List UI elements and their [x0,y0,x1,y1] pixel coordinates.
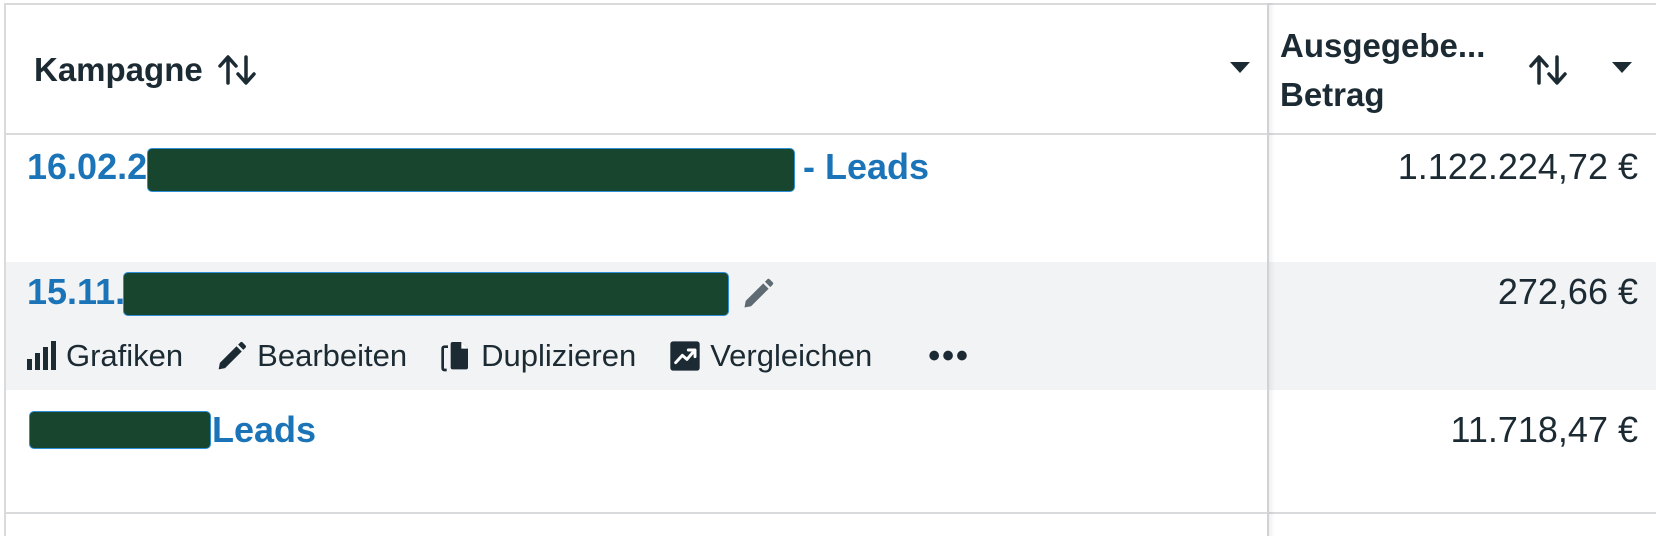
charts-action[interactable]: Grafiken [26,338,183,374]
amount-spent-value: 11.718,47 € [1450,409,1638,450]
compare-action-label: Vergleichen [710,338,873,373]
row-actions: Grafiken Bearbeiten Duplizieren Vergleic… [26,336,970,376]
column-header-campaign[interactable]: Kampagne [34,5,257,135]
table-header: Kampagne Ausgegebe... Betrag [6,5,1656,135]
redacted-text [30,412,210,448]
campaign-name-link[interactable]: Leads [212,409,316,451]
campaign-column-menu-caret-icon[interactable] [1230,62,1250,73]
edit-action[interactable]: Bearbeiten [215,338,407,374]
duplicate-action-label: Duplizieren [481,338,637,373]
compare-action[interactable]: Vergleichen [668,338,872,374]
table-row: 15.11. 272,66 € Grafiken Bearbeiten Dupl… [6,262,1656,390]
redacted-text [148,149,794,191]
edit-name-pencil-icon[interactable] [740,276,776,317]
column-header-amount-line1: Ausgegebe... [1280,27,1486,64]
table-row: Leads 11.718,47 € [6,390,1656,514]
column-header-campaign-label: Kampagne [34,51,203,88]
amount-column-menu-caret-icon[interactable] [1612,62,1632,73]
column-divider-shadow [1269,3,1275,536]
trend-chart-icon [670,341,700,371]
amount-spent-value: 1.122.224,72 € [1397,146,1638,187]
sort-icon[interactable] [217,53,257,87]
duplicate-icon [441,342,469,372]
column-header-amount-line2: Betrag [1280,76,1385,113]
duplicate-action[interactable]: Duplizieren [439,338,636,374]
amount-sort-icon[interactable] [1528,53,1568,87]
table-row: 16.02.2 - Leads 1.122.224,72 € [6,135,1656,262]
amount-spent-value: 272,66 € [1497,271,1638,312]
campaign-table: Kampagne Ausgegebe... Betrag 16.02.2 - L… [0,0,1656,536]
redacted-text [124,273,728,315]
more-options-icon[interactable]: ••• [928,337,970,376]
campaign-name-link-suffix[interactable]: - Leads [803,146,929,188]
campaign-name-link[interactable]: 16.02.2 [27,146,147,188]
charts-action-label: Grafiken [66,338,184,373]
campaign-name-link[interactable]: 15.11. [27,271,125,313]
bar-chart-icon [27,341,56,370]
pencil-icon [218,341,247,370]
column-header-amount-spent[interactable]: Ausgegebe... Betrag [1280,5,1485,135]
edit-action-label: Bearbeiten [257,338,408,373]
